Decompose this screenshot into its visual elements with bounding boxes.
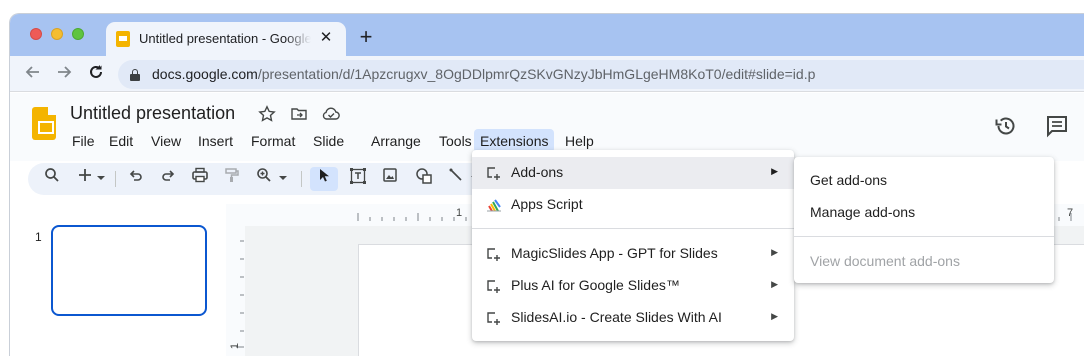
move-folder-icon[interactable] [289,105,309,125]
menu-item-label: Apps Script [511,196,583,212]
menu-insert[interactable]: Insert [192,129,239,153]
addon-icon [486,310,502,326]
url-field[interactable]: docs.google.com/presentation/d/1Apzcrugx… [118,60,1084,89]
manage-add-ons-item[interactable]: Manage add-ons [810,204,915,220]
document-title[interactable]: Untitled presentation [70,103,235,124]
url-path: /presentation/d/1Apzcrugxv_8OgDDlpmrQzSK… [257,66,816,82]
slide-thumbnail[interactable] [51,225,207,316]
menu-arrange[interactable]: Arrange [365,129,427,153]
lock-icon[interactable] [130,69,140,81]
text-box-icon[interactable] [346,167,370,191]
menu-item-slidesai[interactable]: SlidesAI.io - Create Slides With AI ▶ [472,302,794,334]
menu-view[interactable]: View [145,129,187,153]
comments-icon[interactable] [1044,113,1070,139]
slides-logo-icon[interactable] [32,107,56,140]
tab-title: Untitled presentation - Google Slides [139,31,311,46]
ruler-mark-1: 1 [456,207,463,219]
insert-image-icon[interactable] [378,167,402,191]
submenu-arrow-icon: ▶ [771,279,778,289]
submenu-arrow-icon: ▶ [771,166,778,176]
new-slide-dropdown-icon[interactable] [94,167,108,191]
menu-item-plus-ai[interactable]: Plus AI for Google Slides™ ▶ [472,270,794,302]
menu-item-label: MagicSlides App - GPT for Slides [511,245,718,261]
menu-divider [472,228,794,229]
search-menus-icon[interactable] [40,167,64,191]
menu-tools[interactable]: Tools [433,129,478,153]
forward-arrow-icon[interactable] [53,63,75,85]
add-ons-submenu: Get add-ons Manage add-ons View document… [794,157,1054,283]
browser-tab[interactable]: Untitled presentation - Google Slides ✕ [106,22,346,56]
addon-icon [486,165,502,181]
version-history-icon[interactable] [993,113,1019,139]
menu-item-label: Plus AI for Google Slides™ [511,277,680,293]
maximize-window-button[interactable] [72,28,84,40]
apps-script-icon [486,197,502,213]
ruler-mark-v1: 1 [229,342,242,350]
select-cursor-icon[interactable] [310,167,338,191]
extensions-menu: Add-ons ▶ Apps Script MagicSlides App - … [472,150,794,341]
menu-slide[interactable]: Slide [307,129,350,153]
zoom-icon[interactable] [252,167,276,191]
print-icon[interactable] [188,167,212,191]
minimize-window-button[interactable] [51,28,63,40]
menu-file[interactable]: File [66,129,101,153]
menu-item-add-ons[interactable]: Add-ons ▶ [472,157,794,189]
submenu-arrow-icon: ▶ [771,247,778,257]
slide-number: 1 [35,230,42,244]
view-document-add-ons-item: View document add-ons [810,253,960,269]
toolbar-divider [115,171,116,187]
address-bar-row: docs.google.com/presentation/d/1Apzcrugx… [10,56,1084,92]
menu-format[interactable]: Format [245,129,301,153]
star-icon[interactable] [257,105,277,125]
menu-edit[interactable]: Edit [103,129,139,153]
get-add-ons-item[interactable]: Get add-ons [810,172,887,188]
addon-icon [486,278,502,294]
zoom-dropdown-icon[interactable] [276,167,290,191]
vertical-ruler [236,240,244,348]
addon-icon [486,246,502,262]
menu-divider [794,236,1054,237]
slides-favicon-icon [116,31,130,47]
tab-strip: Untitled presentation - Google Slides ✕ … [10,14,1084,56]
url-text: docs.google.com/presentation/d/1Apzcrugx… [152,66,815,82]
menu-item-label: Add-ons [511,164,564,180]
submenu-arrow-icon: ▶ [771,311,778,321]
tab-close-icon[interactable]: ✕ [316,28,336,48]
new-tab-button[interactable]: + [354,26,378,50]
cloud-saved-icon[interactable] [321,105,341,125]
redo-icon[interactable] [156,167,180,191]
horizontal-ruler [357,213,479,221]
menu-item-magicslides[interactable]: MagicSlides App - GPT for Slides ▶ [472,238,794,270]
reload-icon[interactable] [85,63,107,85]
ruler-mark-7: 7 [1067,207,1074,219]
menu-item-label: SlidesAI.io - Create Slides With AI [511,309,722,325]
shape-icon[interactable] [412,167,436,191]
toolbar [28,163,488,195]
toolbar-divider [301,171,302,187]
back-arrow-icon[interactable] [22,63,44,85]
close-window-button[interactable] [30,28,42,40]
undo-icon[interactable] [124,167,148,191]
paint-format-icon[interactable] [220,167,244,191]
line-icon[interactable] [444,167,468,191]
url-host: docs.google.com [152,66,258,82]
menu-item-apps-script[interactable]: Apps Script [472,189,794,221]
